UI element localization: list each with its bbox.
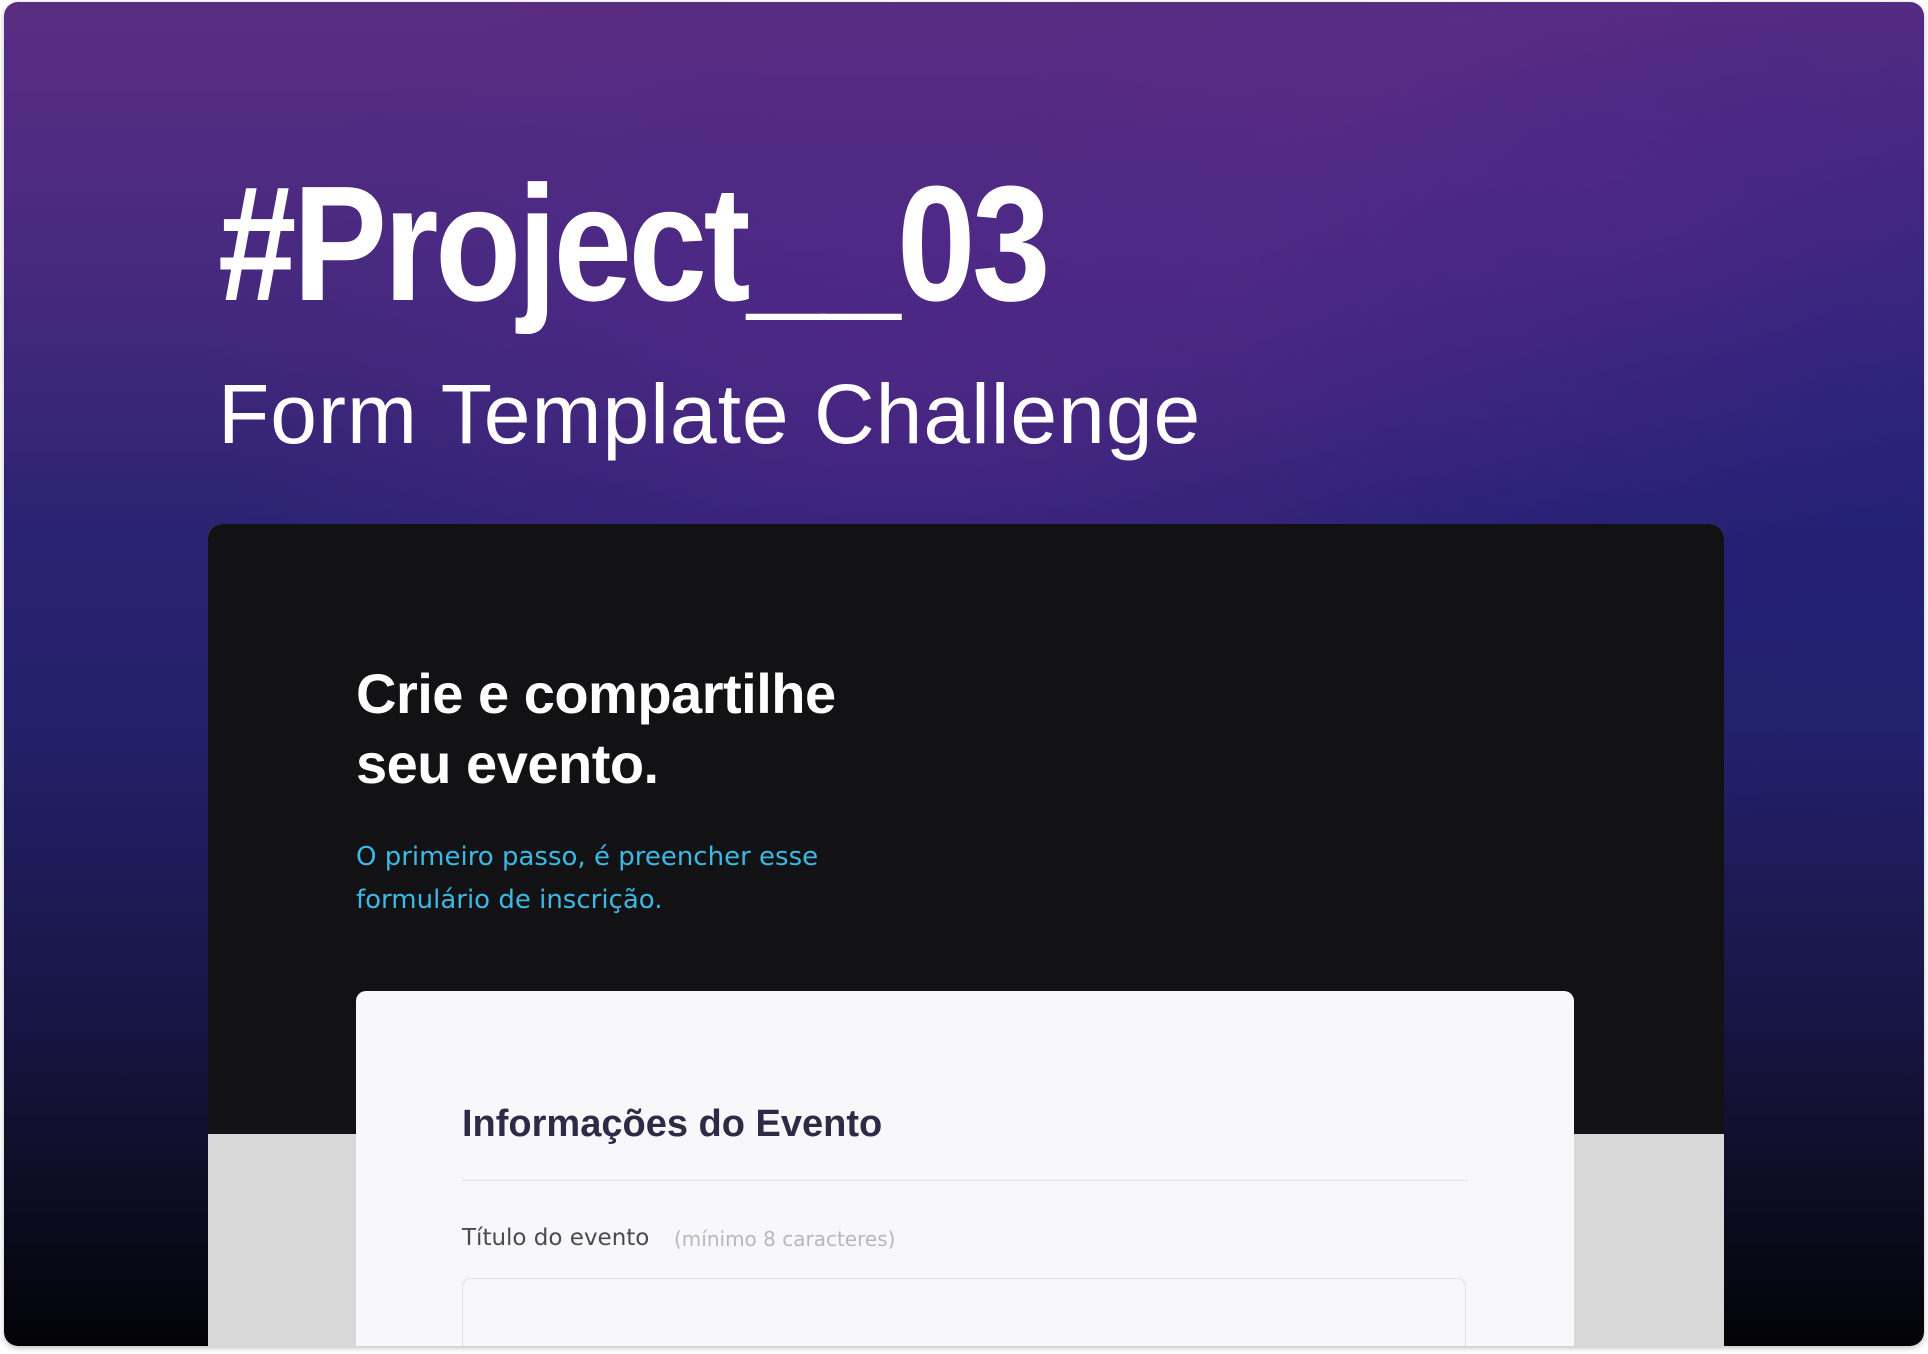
form-heading: Informações do Evento (462, 1103, 883, 1145)
event-title-label: Título do evento (462, 1225, 650, 1251)
event-headline-line-1: Crie e compartilhe (356, 662, 836, 725)
form-divider (462, 1180, 1468, 1181)
event-headline-line-2: seu evento. (356, 732, 659, 795)
event-lead-text: O primeiro passo, é preencher esse formu… (356, 836, 916, 922)
event-headline: Crie e compartilhe seu evento. (356, 659, 1056, 799)
event-title-input[interactable] (462, 1278, 1466, 1346)
event-form: Informações do Evento Título do evento (… (356, 991, 1574, 1346)
event-lead-line-1: O primeiro passo, é preencher esse (356, 842, 819, 872)
event-title-hint: (mínimo 8 caracteres) (674, 1227, 896, 1251)
project-subtitle: Form Template Challenge (218, 367, 1202, 461)
cover-card: #Project__03 Form Template Challenge Cri… (4, 2, 1924, 1346)
page-preview: Crie e compartilhe seu evento. O primeir… (208, 524, 1724, 1346)
event-lead-line-2: formulário de inscrição. (356, 885, 663, 915)
project-title: #Project__03 (218, 152, 1051, 335)
